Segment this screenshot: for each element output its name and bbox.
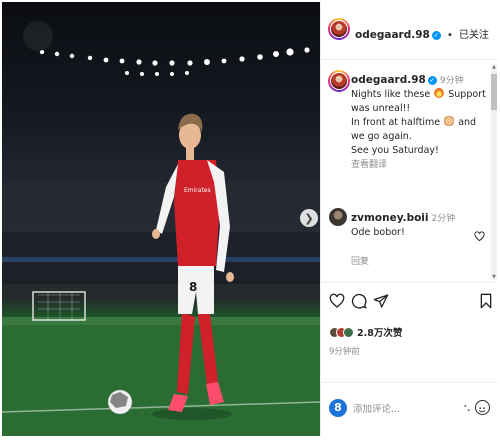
caption-username[interactable]: odegaard.98 xyxy=(351,74,426,86)
fire-emoji-icon xyxy=(434,88,445,98)
pitch xyxy=(2,317,320,436)
author-info: odegaard.98 ✓ • 已关注 xyxy=(355,23,489,42)
next-photo-button[interactable]: ❯ xyxy=(300,209,318,227)
comment-icon[interactable] xyxy=(351,293,367,309)
kit-sponsor: Emirates xyxy=(184,187,211,194)
liker-avatar xyxy=(343,326,354,338)
commenter-username[interactable]: zvmoney.boii xyxy=(351,212,429,224)
commenter-avatar[interactable] xyxy=(329,208,347,226)
separator-dot: • xyxy=(446,30,453,41)
share-icon[interactable] xyxy=(373,293,389,309)
pitch-edge xyxy=(2,317,320,325)
scrollbar-thumb[interactable] xyxy=(491,74,497,110)
gif-icon[interactable] xyxy=(463,404,471,414)
comments-scrollbar[interactable]: ▲ ▼ xyxy=(491,64,497,280)
verified-icon: ✓ xyxy=(431,31,441,40)
stand-banner xyxy=(2,257,320,262)
caption-time: 9分钟 xyxy=(439,76,464,86)
author-avatar[interactable] xyxy=(328,18,350,40)
likes-count[interactable]: 2.8万次赞 xyxy=(357,325,402,339)
comment-input[interactable] xyxy=(353,401,443,417)
caption-author-avatar[interactable] xyxy=(328,70,350,92)
follow-status-button[interactable]: 已关注 xyxy=(459,30,489,41)
caption-line1-pre: Nights like these xyxy=(351,89,431,100)
heart-icon[interactable] xyxy=(329,293,345,309)
scroll-up-icon[interactable]: ▲ xyxy=(491,64,497,70)
hand-emoji-icon xyxy=(444,116,455,126)
post-header: odegaard.98 ✓ • 已关注 xyxy=(321,2,499,60)
verified-icon: ✓ xyxy=(427,76,437,85)
see-translation-link[interactable]: 查看翻译 xyxy=(351,160,387,170)
caption-line2-pre: In front at halftime xyxy=(351,117,441,128)
comment-text: Ode bobor! xyxy=(351,227,405,238)
caption-line3: See you Saturday! xyxy=(351,145,439,156)
kit-number: 8 xyxy=(189,280,197,294)
stadium-logo xyxy=(23,21,53,51)
post-sidebar: odegaard.98 ✓ • 已关注 odegaard.98 ✓ 9分钟 Night… xyxy=(320,2,499,436)
save-icon[interactable] xyxy=(478,293,494,309)
add-comment-bar: 8 xyxy=(321,382,499,436)
comment-item: zvmoney.boii 2分钟 Ode bobor! xyxy=(351,211,471,240)
post-photo: Emirates 8 ❯ xyxy=(2,2,320,436)
emoji-icon[interactable] xyxy=(475,400,490,415)
like-comment-icon[interactable] xyxy=(474,231,485,245)
comment-time: 2分钟 xyxy=(431,214,456,224)
stadium-lights xyxy=(39,47,310,76)
comments-section: odegaard.98 ✓ 9分钟 Nights like these Suppor… xyxy=(321,60,499,282)
current-user-avatar: 8 xyxy=(329,399,347,417)
stadium-scene: Emirates 8 xyxy=(2,21,320,436)
scroll-down-icon[interactable]: ▼ xyxy=(491,274,497,280)
likes-summary[interactable]: 2.8万次赞 xyxy=(329,325,402,339)
post-timestamp: 9分钟前 xyxy=(329,347,360,357)
reply-button[interactable]: 回复 xyxy=(351,254,369,267)
post-actions: 2.8万次赞 9分钟前 xyxy=(321,282,499,382)
author-username[interactable]: odegaard.98 xyxy=(355,29,430,41)
goal xyxy=(32,291,86,321)
post-caption: odegaard.98 ✓ 9分钟 Nights like these Suppor… xyxy=(351,73,489,172)
